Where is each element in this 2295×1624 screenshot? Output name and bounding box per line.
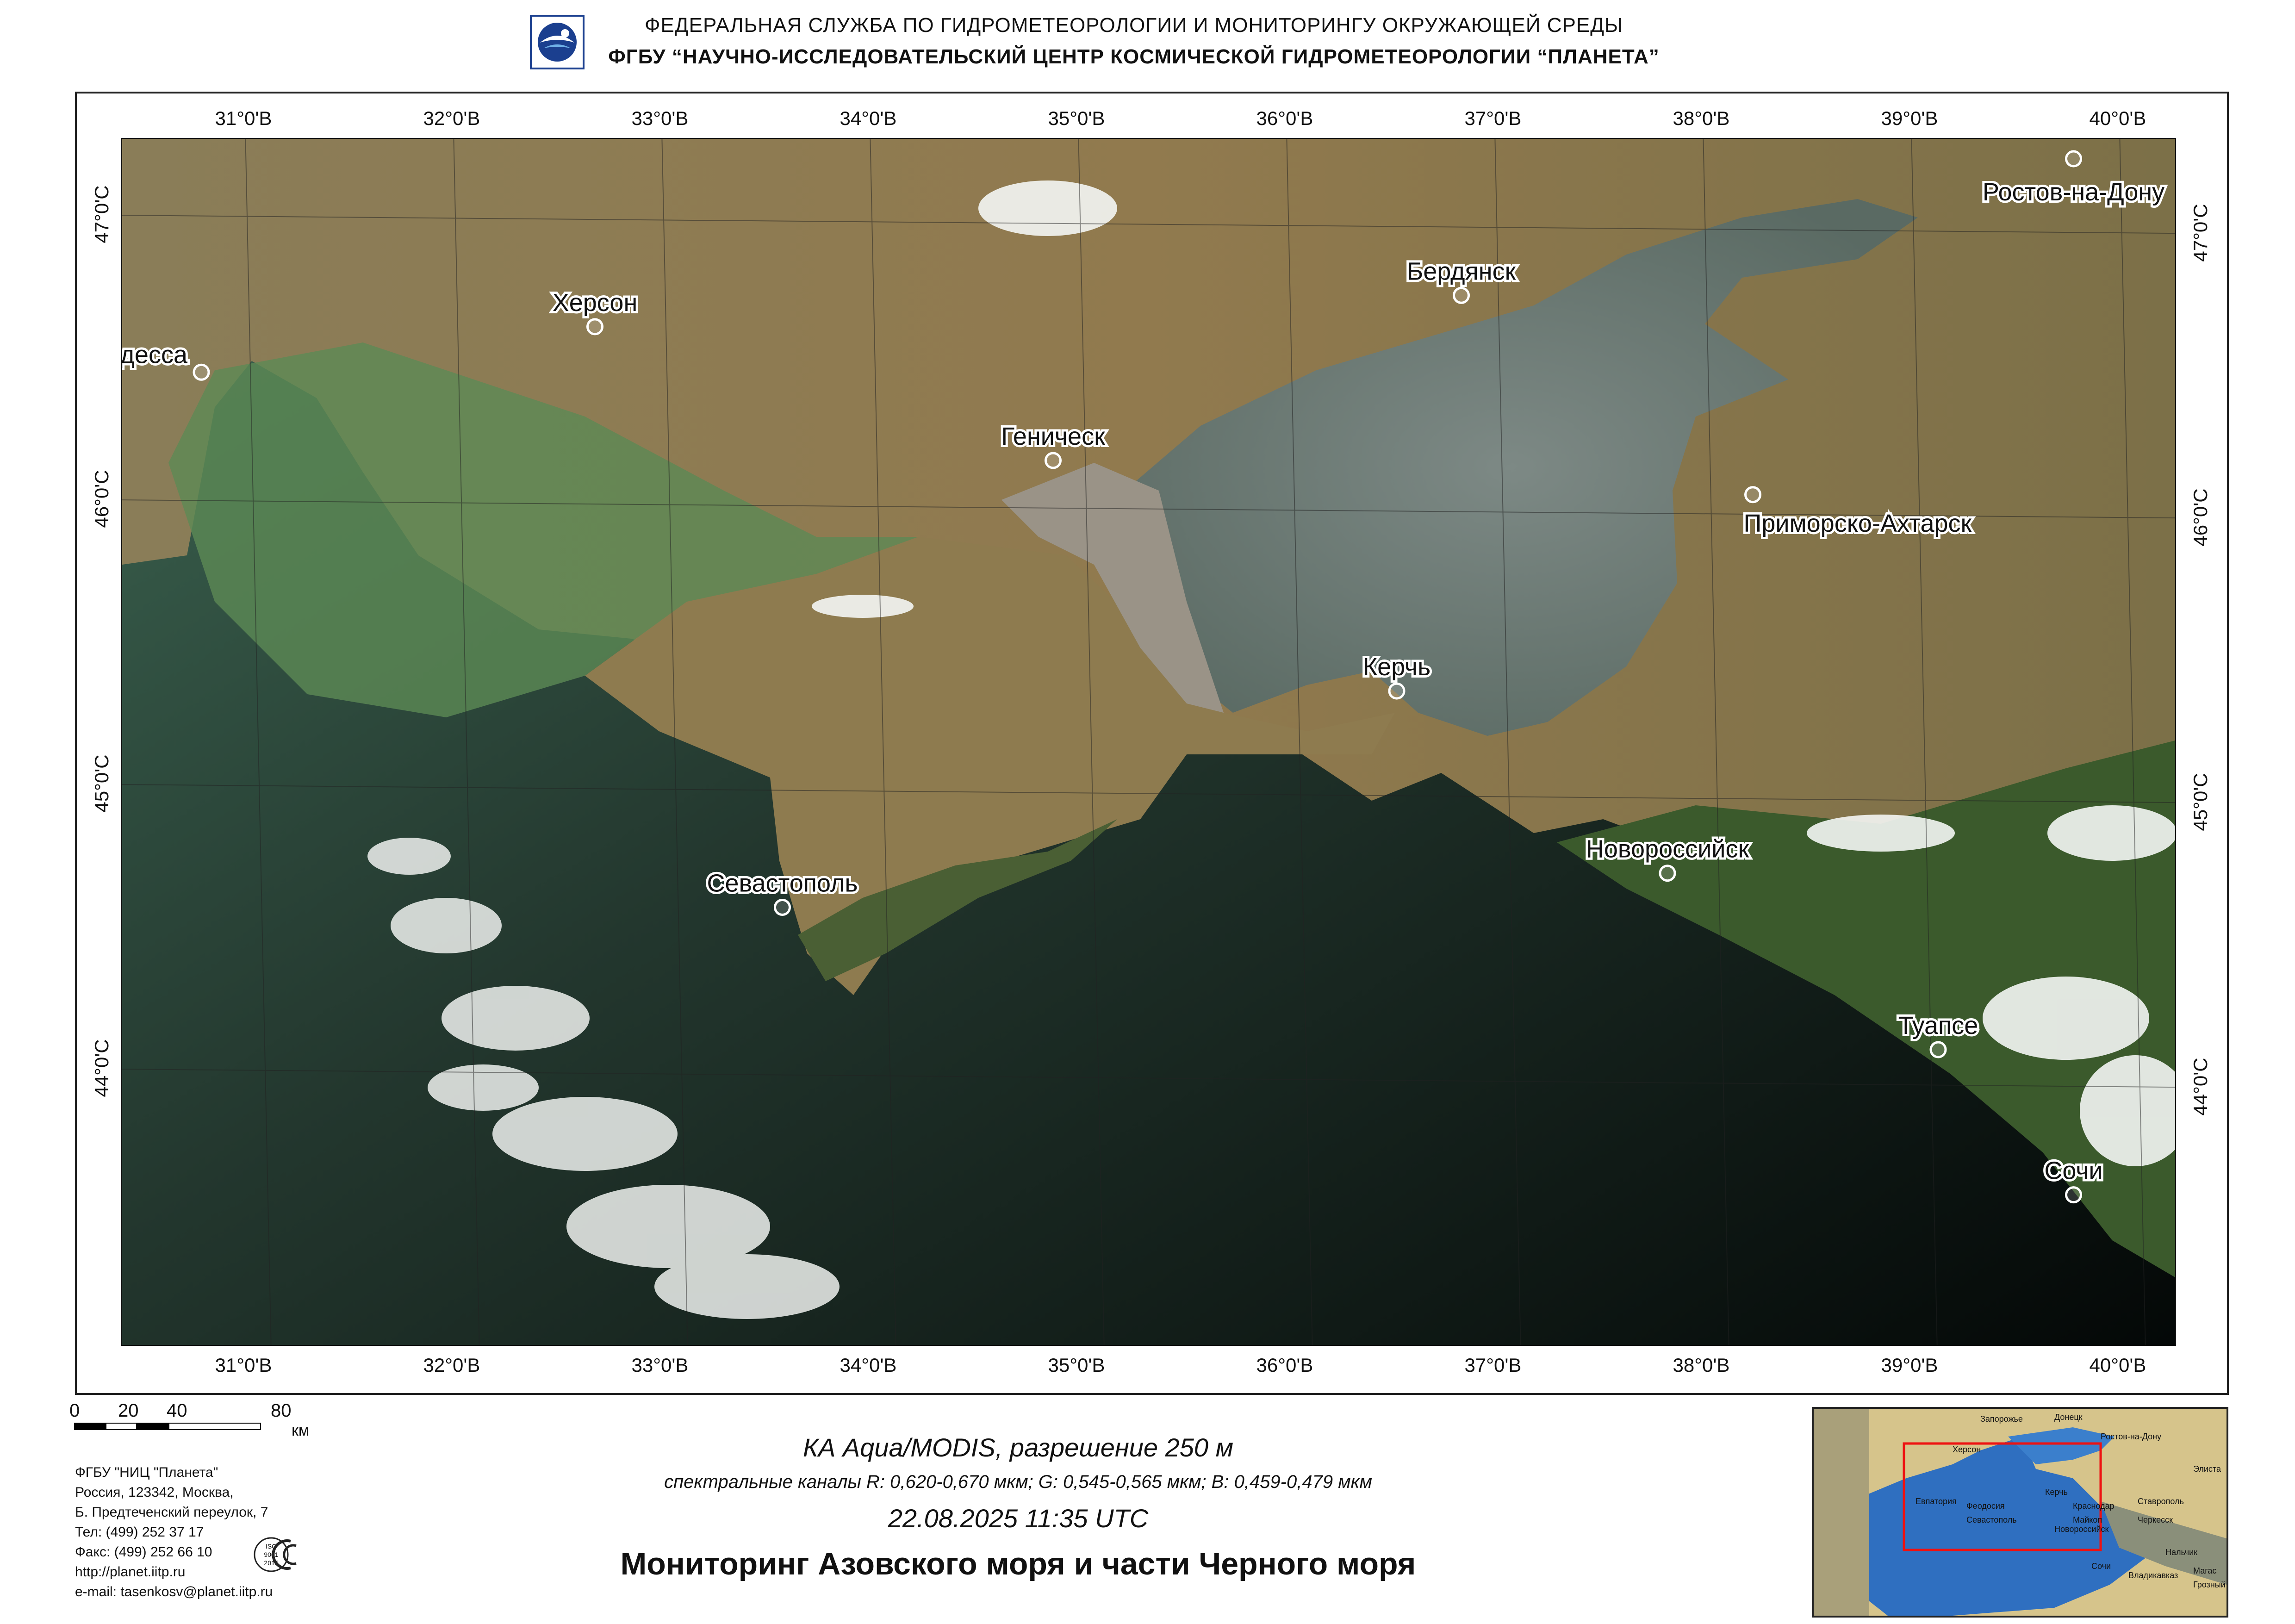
city-marker: [1744, 486, 1761, 504]
fax-line: Факс: (499) 252 66 10: [75, 1544, 212, 1560]
longitude-tick-label: 33°0'В: [631, 1354, 689, 1376]
longitude-tick-label: 35°0'В: [1048, 1354, 1105, 1376]
address-line: ФГБУ "НИЦ "Планета": [75, 1465, 218, 1480]
latitude-tick-label: 44°0'С: [2189, 1057, 2211, 1116]
website-link[interactable]: http://planet.iitp.ru: [75, 1562, 273, 1582]
spectral-caption: спектральные каналы R: 0,620-0,670 мкм; …: [664, 1472, 1372, 1492]
inset-city-label: Новороссийск: [2054, 1524, 2109, 1534]
city-label: Херсон: [553, 289, 638, 317]
header-agency: ФЕДЕРАЛЬНАЯ СЛУЖБА ПО ГИДРОМЕТЕОРОЛОГИИ …: [645, 14, 1623, 37]
longitude-tick-label: 34°0'В: [840, 1354, 897, 1376]
city-label: Бердянск: [1407, 257, 1516, 285]
longitude-tick-label: 37°0'В: [1464, 1354, 1522, 1376]
city-marker: [2065, 150, 2082, 168]
city-label: Приморско-Ахтарск: [1744, 510, 1972, 537]
longitude-tick-label: 34°0'В: [840, 107, 897, 129]
inset-city-label: Запорожье: [1980, 1414, 2023, 1424]
city-marker: [1453, 286, 1470, 304]
scale-segment: [106, 1423, 137, 1430]
inset-hills-west: [1814, 1409, 1869, 1616]
inset-city-label: Элиста: [2193, 1464, 2221, 1474]
longitude-tick-label: 39°0'В: [1881, 107, 1938, 129]
scale-label: 0: [69, 1400, 80, 1421]
latitude-tick-label: 47°0'С: [2189, 203, 2211, 262]
longitude-tick-label: 35°0'В: [1048, 107, 1105, 129]
satellite-map[interactable]: Одесса Херсон Геническ Бердянск Ростов-на-До…: [121, 138, 2176, 1346]
scale-segment: [168, 1423, 261, 1430]
city-label: Одесса: [122, 341, 188, 368]
longitude-tick-label: 38°0'В: [1673, 1354, 1730, 1376]
longitude-tick-label: 32°0'В: [423, 107, 480, 129]
city-label: Ростов-на-Дону: [1983, 178, 2164, 206]
latitude-tick-label: 47°0'С: [91, 185, 112, 243]
latitude-tick-label: 44°0'С: [91, 1039, 112, 1097]
inset-city-label: Керчь: [2045, 1487, 2068, 1497]
header-center: ФГБУ “НАУЧНО-ИССЛЕДОВАТЕЛЬСКИЙ ЦЕНТР КОС…: [608, 45, 1660, 68]
latitude-tick-label: 46°0'С: [91, 469, 112, 528]
city-marker: [1045, 452, 1062, 469]
scale-segment: [74, 1423, 106, 1430]
longitude-tick-label: 31°0'В: [215, 1354, 272, 1376]
address-line: Б. Предтеченский переулок, 7: [75, 1505, 268, 1520]
scale-bar: 0 20 40 80 км: [69, 1400, 333, 1444]
inset-city-label: Краснодар: [2073, 1501, 2115, 1511]
city-label: Севастополь: [707, 870, 858, 897]
inset-city-label: Севастополь: [1966, 1515, 2017, 1524]
city-marker: [586, 318, 603, 336]
city-marker: [193, 363, 210, 381]
planeta-logo: [530, 15, 585, 69]
city-marker: [2065, 1186, 2082, 1204]
scale-unit: км: [292, 1422, 310, 1439]
datetime-caption: 22.08.2025 11:35 UTC: [888, 1504, 1149, 1533]
inset-city-label: Евпатория: [1916, 1497, 1957, 1506]
latitude-tick-label: 45°0'С: [2189, 772, 2211, 831]
inset-city-label: Майкоп: [2073, 1515, 2102, 1524]
map-title: Мониторинг Азовского моря и части Черног…: [620, 1546, 1416, 1581]
inset-city-label: Донецк: [2054, 1412, 2083, 1422]
latitude-tick-label: 46°0'С: [2189, 488, 2211, 547]
scale-label: 80: [271, 1400, 292, 1421]
inset-city-label: Грозный: [2193, 1580, 2226, 1589]
longitude-tick-label: 36°0'В: [1256, 1354, 1313, 1376]
longitude-tick-label: 33°0'В: [631, 107, 689, 129]
iso-certification-icon: ISO 9001 2015: [254, 1536, 309, 1574]
inset-city-label: Ростов-на-Дону: [2101, 1432, 2162, 1441]
city-label: Керчь: [1363, 653, 1431, 681]
scale-label: 40: [167, 1400, 187, 1421]
city-label: Новороссийск: [1586, 835, 1749, 863]
email-link[interactable]: e-mail: tasenkosv@planet.iitp.ru: [75, 1582, 273, 1602]
city-marker: [1388, 682, 1406, 700]
city-marker: [1659, 865, 1676, 882]
city-label: Геническ: [1001, 423, 1105, 450]
longitude-tick-label: 40°0'В: [2089, 107, 2146, 129]
city-label: Туапсе: [1898, 1012, 1978, 1039]
longitude-tick-label: 37°0'В: [1464, 107, 1522, 129]
cert-text: 9001: [264, 1551, 278, 1558]
longitude-tick-label: 32°0'В: [423, 1354, 480, 1376]
inset-city-label: Феодосия: [1966, 1501, 2005, 1511]
inset-city-label: Магас: [2193, 1566, 2217, 1575]
inset-city-label: Нальчик: [2165, 1548, 2197, 1557]
longitude-tick-label: 40°0'В: [2089, 1354, 2146, 1376]
longitude-tick-label: 36°0'В: [1256, 107, 1313, 129]
latitude-tick-label: 45°0'С: [91, 754, 112, 813]
city-marker: [774, 899, 791, 916]
inset-city-label: Владикавказ: [2128, 1571, 2178, 1580]
longitude-tick-label: 31°0'В: [215, 107, 272, 129]
city-label: Сочи: [2044, 1157, 2102, 1185]
city-marker: [1929, 1041, 1947, 1058]
locator-inset-map: Запорожье Донецк Херсон Ростов-на-Дону Элист…: [1812, 1407, 2228, 1618]
inset-city-label: Херсон: [1953, 1445, 1981, 1454]
inset-city-label: Ставрополь: [2138, 1497, 2184, 1506]
satellite-caption: КА Aqua/MODIS, разрешение 250 м: [803, 1433, 1233, 1462]
longitude-tick-label: 39°0'В: [1881, 1354, 1938, 1376]
phone-line: Тел: (499) 252 37 17: [75, 1524, 204, 1540]
scale-label: 20: [118, 1400, 139, 1421]
scale-segment: [137, 1423, 168, 1430]
address-line: Россия, 123342, Москва,: [75, 1485, 234, 1500]
contact-block: ФГБУ "НИЦ "Планета" Россия, 123342, Моск…: [75, 1462, 273, 1602]
inset-city-label: Сочи: [2091, 1562, 2111, 1571]
longitude-tick-label: 38°0'В: [1673, 107, 1730, 129]
inset-city-label: Черкесск: [2138, 1515, 2173, 1524]
